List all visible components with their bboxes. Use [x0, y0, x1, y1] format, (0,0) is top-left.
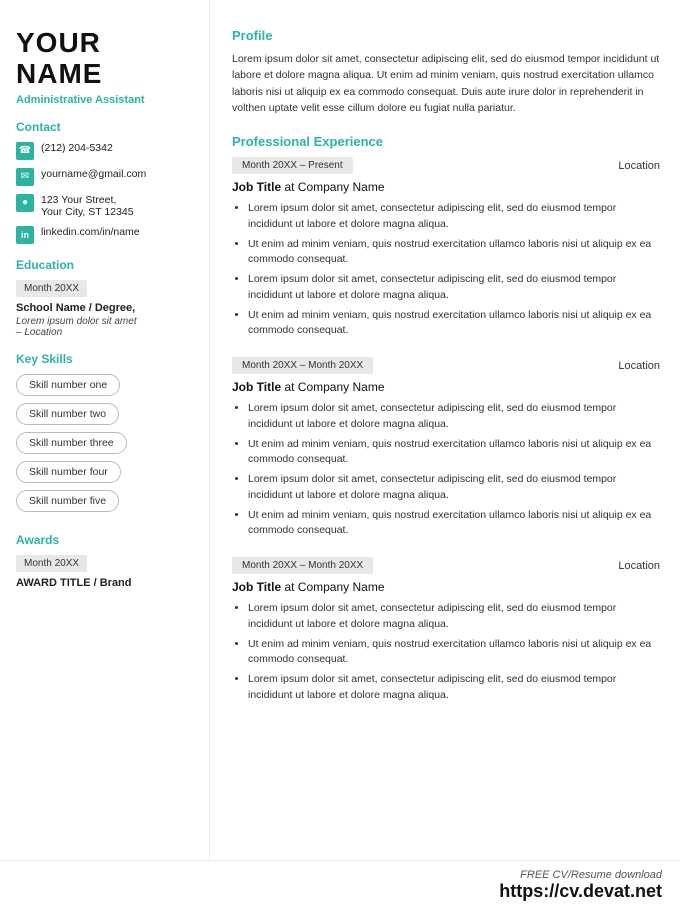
list-item: Ut enim ad minim veniam, quis nostrud ex… [248, 508, 660, 540]
award-title: AWARD TITLE / Brand [16, 577, 195, 589]
exp-1-location: Location [618, 160, 660, 172]
contact-phone: ☎ (212) 204-5342 [16, 142, 195, 160]
experience-1: Month 20XX – Present Location Job Title … [232, 157, 660, 339]
school-detail: Lorem ipsum dolor sit amet– Location [16, 316, 195, 338]
linkedin-icon: in [16, 226, 34, 244]
school-name: School Name / Degree, [16, 302, 195, 314]
skills-section-title: Key Skills [16, 352, 195, 366]
skills-list: Skill number one Skill number two Skill … [16, 374, 195, 519]
exp-1-header: Month 20XX – Present Location [232, 157, 660, 174]
list-item: Lorem ipsum dolor sit amet, consectetur … [248, 472, 660, 504]
full-name: YOUR NAME [16, 28, 195, 90]
list-item: Ut enim ad minim veniam, quis nostrud ex… [248, 308, 660, 340]
exp-3-location: Location [618, 560, 660, 572]
contact-email: ✉ yourname@gmail.com [16, 168, 195, 186]
edu-date-badge: Month 20XX [16, 280, 87, 297]
exp-2-header: Month 20XX – Month 20XX Location [232, 357, 660, 374]
list-item: Lorem ipsum dolor sit amet, consectetur … [248, 201, 660, 233]
footer-url: https://cv.devat.net [0, 881, 662, 902]
name-block: YOUR NAME Administrative Assistant [16, 28, 195, 106]
exp-3-title: Job Title at Company Name [232, 580, 660, 594]
skill-4: Skill number four [16, 461, 121, 483]
exp-3-date: Month 20XX – Month 20XX [232, 557, 373, 574]
profile-text: Lorem ipsum dolor sit amet, consectetur … [232, 51, 660, 116]
award-date-badge: Month 20XX [16, 555, 87, 572]
experience-2: Month 20XX – Month 20XX Location Job Tit… [232, 357, 660, 539]
exp-3-header: Month 20XX – Month 20XX Location [232, 557, 660, 574]
contact-list: ☎ (212) 204-5342 ✉ yourname@gmail.com ● … [16, 142, 195, 244]
list-item: Ut enim ad minim veniam, quis nostrud ex… [248, 437, 660, 469]
experience-3: Month 20XX – Month 20XX Location Job Tit… [232, 557, 660, 704]
right-column: Profile Lorem ipsum dolor sit amet, cons… [210, 0, 680, 860]
contact-address: ● 123 Your Street,Your City, ST 12345 [16, 194, 195, 218]
list-item: Lorem ipsum dolor sit amet, consectetur … [248, 672, 660, 704]
exp-3-bullets: Lorem ipsum dolor sit amet, consectetur … [232, 601, 660, 704]
list-item: Ut enim ad minim veniam, quis nostrud ex… [248, 637, 660, 669]
exp-2-date: Month 20XX – Month 20XX [232, 357, 373, 374]
footer-label: FREE CV/Resume download [520, 869, 662, 881]
exp-2-bullets: Lorem ipsum dolor sit amet, consectetur … [232, 401, 660, 539]
exp-2-location: Location [618, 360, 660, 372]
contact-section-title: Contact [16, 120, 195, 134]
list-item: Lorem ipsum dolor sit amet, consectetur … [248, 601, 660, 633]
exp-1-bullets: Lorem ipsum dolor sit amet, consectetur … [232, 201, 660, 339]
job-title-main: Administrative Assistant [16, 94, 195, 106]
exp-1-title: Job Title at Company Name [232, 180, 660, 194]
email-icon: ✉ [16, 168, 34, 186]
list-item: Ut enim ad minim veniam, quis nostrud ex… [248, 237, 660, 269]
list-item: Lorem ipsum dolor sit amet, consectetur … [248, 272, 660, 304]
exp-section-title: Professional Experience [232, 134, 660, 149]
skill-1: Skill number one [16, 374, 120, 396]
exp-2-title: Job Title at Company Name [232, 380, 660, 394]
skill-3: Skill number three [16, 432, 127, 454]
location-icon: ● [16, 194, 34, 212]
awards-section: Awards Month 20XX AWARD TITLE / Brand [16, 533, 195, 589]
exp-1-date: Month 20XX – Present [232, 157, 353, 174]
skill-2: Skill number two [16, 403, 119, 425]
phone-icon: ☎ [16, 142, 34, 160]
list-item: Lorem ipsum dolor sit amet, consectetur … [248, 401, 660, 433]
awards-section-title: Awards [16, 533, 195, 547]
skill-5: Skill number five [16, 490, 119, 512]
left-column: YOUR NAME Administrative Assistant Conta… [0, 0, 210, 860]
footer-bar: FREE CV/Resume download https://cv.devat… [0, 860, 680, 908]
contact-linkedin: in linkedin.com/in/name [16, 226, 195, 244]
profile-section-title: Profile [232, 28, 660, 43]
education-section-title: Education [16, 258, 195, 272]
